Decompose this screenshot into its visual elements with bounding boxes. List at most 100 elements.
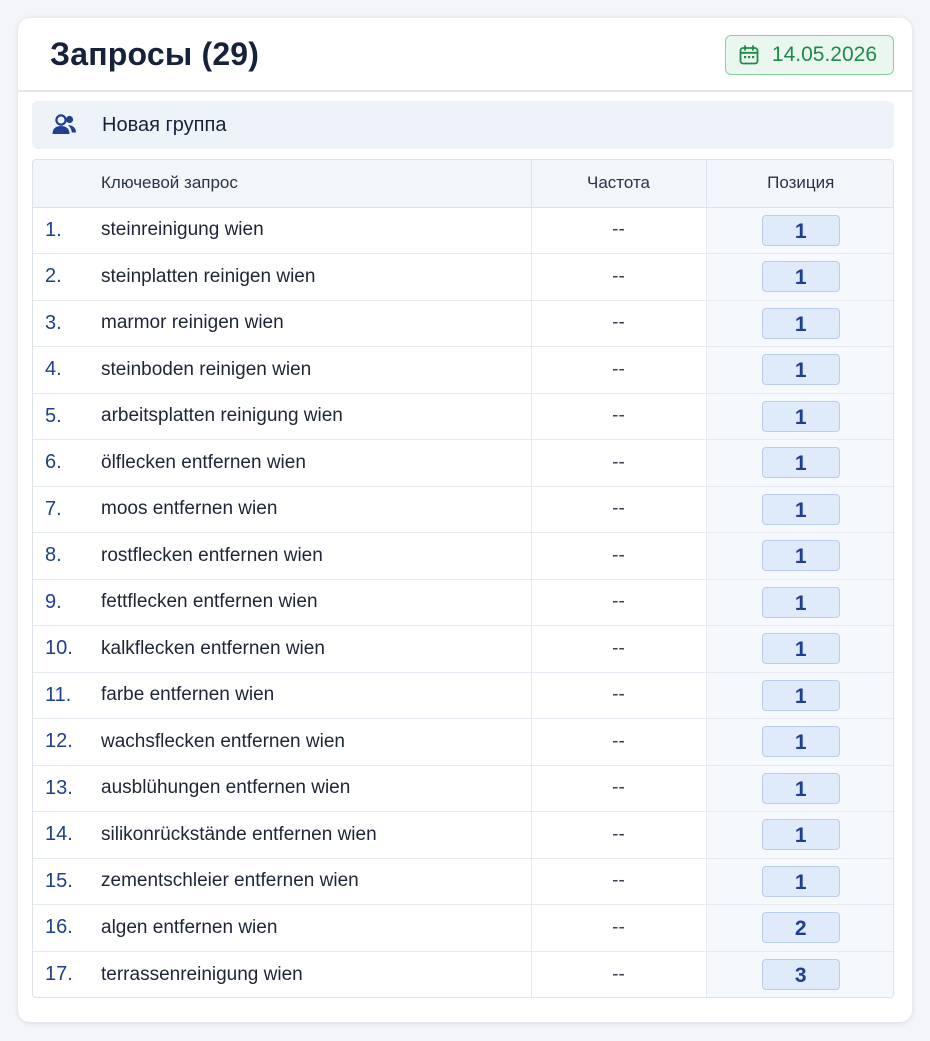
keyword-cell: steinboden reinigen wien	[95, 346, 531, 394]
keyword-cell: fettflecken entfernen wien	[95, 579, 531, 626]
group-name: Новая группа	[102, 113, 227, 136]
position-badge: 1	[761, 772, 840, 804]
users-icon	[52, 114, 76, 134]
position-cell: 1	[705, 346, 893, 394]
row-number: 7.	[33, 486, 95, 533]
frequency-cell: --	[530, 486, 706, 533]
card-header: Запросы (29) 14.05.2026	[18, 18, 912, 92]
keyword-cell: marmor reinigen wien	[95, 300, 531, 347]
table-row[interactable]: 15. zementschleier entfernen wien -- 1	[33, 858, 893, 905]
table-row[interactable]: 12. wachsflecken entfernen wien -- 1	[33, 718, 893, 766]
table-row[interactable]: 10. kalkflecken entfernen wien -- 1	[33, 625, 893, 673]
position-badge: 1	[761, 447, 840, 479]
keyword-cell: ausblühungen entfernen wien	[95, 765, 531, 812]
position-cell: 1	[705, 625, 893, 673]
keyword-cell: silikonrückstände entfernen wien	[95, 811, 531, 859]
table-row[interactable]: 6. ölflecken entfernen wien -- 1	[33, 439, 893, 487]
row-number: 2.	[33, 253, 95, 301]
frequency-cell: --	[530, 718, 706, 766]
keywords-table: Ключевой запрос Частота Позиция 1. steinr…	[32, 159, 894, 998]
row-number: 3.	[33, 300, 95, 347]
position-badge: 1	[761, 354, 840, 386]
position-badge: 1	[761, 400, 840, 432]
row-number: 15.	[33, 858, 95, 905]
position-cell: 1	[705, 300, 893, 347]
page-title: Запросы (29)	[50, 36, 260, 72]
frequency-cell: --	[530, 300, 706, 347]
keyword-cell: kalkflecken entfernen wien	[95, 625, 531, 673]
position-cell: 1	[705, 672, 893, 719]
row-number: 17.	[45, 963, 73, 985]
table-row[interactable]: 8. rostflecken entfernen wien -- 1	[33, 532, 893, 580]
table-row[interactable]: 17. terrassenreinigung wien -- 3	[33, 951, 893, 997]
frequency-cell: --	[530, 253, 706, 301]
table-row[interactable]: 11. farbe entfernen wien -- 1	[33, 672, 893, 719]
position-badge: 3	[761, 959, 840, 990]
group-header[interactable]: Новая группа	[32, 101, 894, 149]
column-header-number	[33, 160, 95, 208]
row-number: 12.	[33, 718, 95, 766]
position-badge: 1	[761, 307, 840, 339]
queries-card: Запросы (29) 14.05.2026 Новая группа Клю…	[18, 18, 912, 1022]
table-row[interactable]: 14. silikonrückstände entfernen wien -- 1	[33, 811, 893, 859]
keyword-cell: terrassenreinigung wien	[101, 963, 303, 985]
position-cell: 1	[705, 718, 893, 766]
position-cell: 1	[705, 532, 893, 580]
row-number: 13.	[33, 765, 95, 812]
keyword-cell: algen entfernen wien	[95, 904, 531, 952]
position-cell: 1	[705, 765, 893, 812]
position-badge: 1	[761, 819, 840, 851]
row-number: 10.	[33, 625, 95, 673]
frequency-cell: --	[530, 858, 706, 905]
table-row[interactable]: 4. steinboden reinigen wien -- 1	[33, 346, 893, 394]
frequency-cell: --	[530, 207, 706, 254]
table-row[interactable]: 2. steinplatten reinigen wien -- 1	[33, 253, 893, 301]
position-badge: 1	[761, 214, 840, 246]
frequency-cell: --	[530, 393, 706, 440]
position-cell: 1	[705, 811, 893, 859]
table-row[interactable]: 13. ausblühungen entfernen wien -- 1	[33, 765, 893, 812]
position-badge: 1	[761, 726, 840, 758]
column-header-frequency[interactable]: Частота	[530, 160, 706, 208]
keyword-cell: steinreinigung wien	[95, 207, 531, 254]
table-row[interactable]: 5. arbeitsplatten reinigung wien -- 1	[33, 393, 893, 440]
column-header-position[interactable]: Позиция	[705, 160, 893, 208]
column-header-keyword[interactable]: Ключевой запрос	[95, 160, 531, 208]
table-row[interactable]: 7. moos entfernen wien -- 1	[33, 486, 893, 533]
row-number: 8.	[33, 532, 95, 580]
frequency-cell: --	[530, 625, 706, 673]
position-badge: 2	[761, 912, 840, 944]
frequency-cell: --	[530, 672, 706, 719]
keyword-cell: arbeitsplatten reinigung wien	[95, 393, 531, 440]
date-label: 14.05.2026	[771, 43, 877, 66]
frequency-cell: --	[530, 951, 706, 997]
frequency-cell: --	[530, 532, 706, 580]
position-cell: 1	[705, 486, 893, 533]
keyword-cell: farbe entfernen wien	[95, 672, 531, 719]
row-number: 16.	[33, 904, 95, 952]
frequency-cell: --	[530, 579, 706, 626]
position-cell: 1	[705, 393, 893, 440]
table-row[interactable]: 16. algen entfernen wien -- 2	[33, 904, 893, 952]
position-cell: 1	[705, 253, 893, 301]
keyword-cell: wachsflecken entfernen wien	[95, 718, 531, 766]
position-cell: 2	[705, 904, 893, 952]
table-row[interactable]: 9. fettflecken entfernen wien -- 1	[33, 579, 893, 626]
frequency-cell: --	[530, 765, 706, 812]
row-number: 4.	[33, 346, 95, 394]
keyword-cell: steinplatten reinigen wien	[95, 253, 531, 301]
date-picker-button[interactable]: 14.05.2026	[724, 35, 894, 75]
keyword-cell: moos entfernen wien	[95, 486, 531, 533]
frequency-cell: --	[530, 904, 706, 952]
row-number: 1.	[33, 207, 95, 254]
table-row[interactable]: 1. steinreinigung wien -- 1	[33, 207, 893, 254]
table-body: 1. steinreinigung wien -- 1 2. steinplatten r…	[33, 207, 893, 997]
row-number: 14.	[33, 811, 95, 859]
position-badge: 1	[761, 586, 840, 618]
position-cell: 1	[705, 579, 893, 626]
keyword-cell: rostflecken entfernen wien	[95, 532, 531, 580]
position-badge: 1	[761, 633, 840, 665]
table-row[interactable]: 3. marmor reinigen wien -- 1	[33, 300, 893, 347]
position-cell: 1	[705, 207, 893, 254]
position-badge: 1	[761, 679, 840, 711]
